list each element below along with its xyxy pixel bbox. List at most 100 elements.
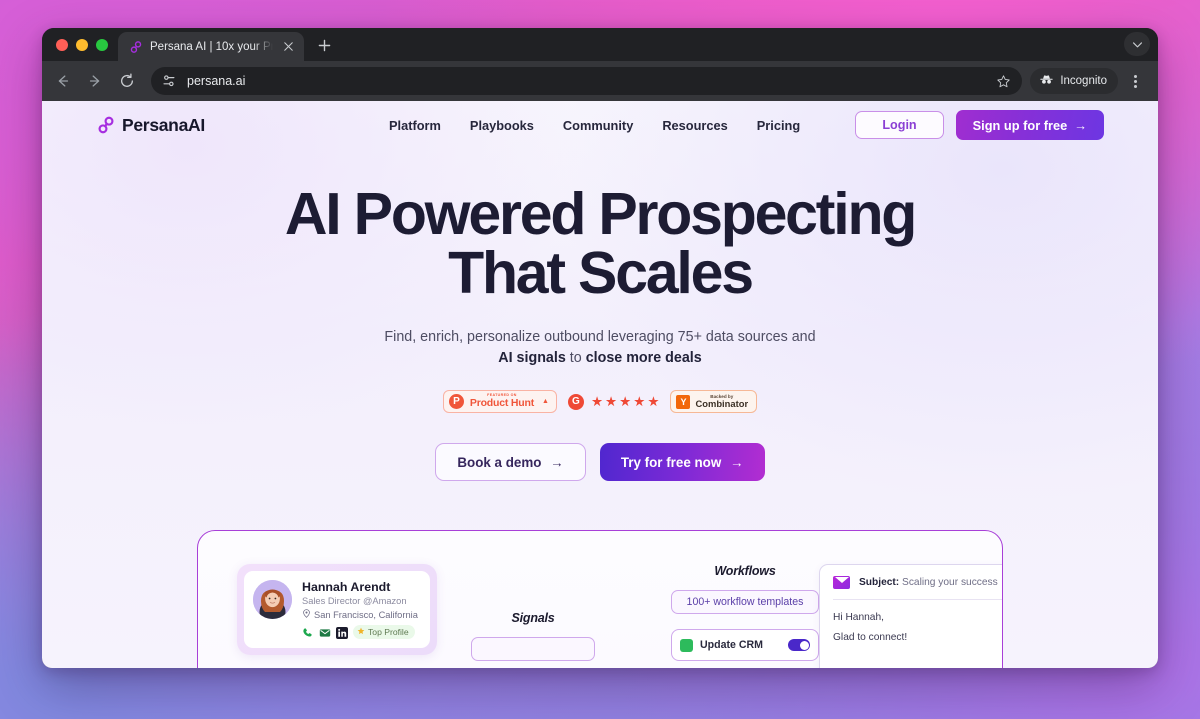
email-subject-label: Subject:: [859, 577, 900, 588]
signup-button[interactable]: Sign up for free →: [955, 110, 1104, 140]
nav-item-community[interactable]: Community: [563, 118, 633, 133]
nav-item-pricing[interactable]: Pricing: [757, 118, 800, 133]
email-subject-value: Scaling your success: [902, 577, 998, 588]
incognito-label: Incognito: [1060, 75, 1107, 87]
window-traffic-lights: [52, 28, 118, 61]
browser-toolbar: persana.ai Incognito: [42, 61, 1158, 101]
email-icon[interactable]: [319, 626, 331, 638]
email-line-2: Glad to connect!: [833, 632, 908, 643]
profile-contact-icons: Top Profile: [302, 625, 418, 640]
signals-column: Signals: [463, 611, 603, 661]
arrow-right-icon: →: [550, 454, 564, 470]
main-nav: Platform Playbooks Community Resources P…: [389, 118, 800, 133]
avatar: [253, 580, 292, 619]
star-icon: [357, 627, 365, 637]
back-arrow-icon[interactable]: [48, 66, 78, 96]
g2-rating-badge[interactable]: G ★ ★ ★ ★ ★: [567, 393, 660, 410]
incognito-hat-icon: [1039, 73, 1054, 89]
incognito-indicator[interactable]: Incognito: [1030, 68, 1118, 94]
tab-search-button[interactable]: [1124, 32, 1150, 56]
workflow-row-label: Update CRM: [700, 639, 763, 651]
email-line-1: Hi Hannah,: [833, 612, 884, 623]
linkedin-icon[interactable]: [336, 626, 348, 640]
workflow-templates-pill[interactable]: 100+ workflow templates: [671, 590, 819, 614]
profile-role: Sales Director @Amazon: [302, 596, 407, 607]
site-header: PersanaAI Platform Playbooks Community R…: [42, 101, 1158, 149]
brand-logo-link[interactable]: PersanaAI: [96, 115, 205, 136]
email-header: Subject: Scaling your success: [833, 576, 1002, 599]
three-dot-menu-icon[interactable]: [1122, 68, 1148, 94]
product-hunt-badge[interactable]: P FEATURED ON Product Hunt ▲: [442, 390, 557, 414]
workflow-toggle[interactable]: [788, 639, 810, 651]
hero-cta-group: Book a demo → Try for free now →: [42, 443, 1158, 482]
try-for-free-button[interactable]: Try for free now →: [599, 443, 765, 482]
star-icon[interactable]: [992, 70, 1014, 92]
top-profile-label: Top Profile: [368, 627, 409, 638]
profile-name: Hannah Arendt: [302, 580, 391, 594]
minimize-window-button[interactable]: [76, 38, 88, 51]
signals-pill[interactable]: [471, 637, 595, 661]
arrow-right-icon: →: [730, 454, 744, 470]
product-showcase-panel: Hannah Arendt Sales Director @Amazon San…: [197, 530, 1003, 668]
page-viewport: PersanaAI Platform Playbooks Community R…: [42, 101, 1158, 668]
profile-info: Hannah Arendt Sales Director @Amazon San…: [302, 580, 418, 640]
try-for-free-label: Try for free now: [620, 454, 722, 470]
hero-title-line-2: That Scales: [448, 240, 754, 306]
product-hunt-icon: P: [448, 394, 464, 410]
book-a-demo-button[interactable]: Book a demo →: [435, 443, 586, 482]
address-bar-url: persana.ai: [187, 74, 246, 88]
persana-logo-icon: [129, 40, 143, 54]
signup-button-label: Sign up for free: [972, 117, 1068, 133]
desktop-backdrop: Persana AI | 10x your Prospec: [0, 0, 1200, 719]
profile-location-label: San Francisco, California: [314, 609, 418, 620]
g2-icon: G: [567, 393, 584, 410]
close-icon[interactable]: [280, 39, 296, 55]
ycombinator-badge[interactable]: Y Backed by Combinator: [670, 390, 758, 414]
social-proof-badges: P FEATURED ON Product Hunt ▲ G ★ ★ ★ ★ ★…: [42, 390, 1158, 414]
workflows-title: Workflows: [714, 564, 776, 578]
nav-item-platform[interactable]: Platform: [389, 118, 441, 133]
top-profile-badge: Top Profile: [353, 625, 415, 640]
page-title: AI Powered Prospecting That Scales: [42, 185, 1158, 303]
product-hunt-text: FEATURED ON Product Hunt: [470, 394, 534, 408]
address-bar[interactable]: persana.ai: [151, 67, 1023, 95]
star-icon: ★: [633, 393, 646, 409]
maximize-window-button[interactable]: [96, 38, 108, 51]
email-subject: Subject: Scaling your success: [859, 577, 998, 588]
hero-sub-mid: to: [565, 350, 586, 367]
email-preview-card: Subject: Scaling your success Hi Hannah,…: [819, 564, 1002, 668]
star-rating: ★ ★ ★ ★ ★: [591, 395, 660, 409]
workflows-column: Workflows 100+ workflow templates Update…: [645, 564, 845, 661]
hero-sub-bold-ai-signals: AI signals: [498, 350, 566, 367]
hero-title-line-1: AI Powered Prospecting: [284, 181, 917, 247]
profile-card[interactable]: Hannah Arendt Sales Director @Amazon San…: [244, 571, 430, 649]
new-tab-button[interactable]: [310, 31, 338, 59]
crm-app-icon: [680, 638, 693, 652]
workflow-row-update-crm[interactable]: Update CRM: [671, 629, 819, 661]
hero-section: AI Powered Prospecting That Scales Find,…: [42, 149, 1158, 482]
star-icon: ★: [590, 393, 604, 409]
ycombinator-text: Backed by Combinator: [695, 394, 748, 409]
profile-card-frame: Hannah Arendt Sales Director @Amazon San…: [237, 564, 437, 656]
nav-item-playbooks[interactable]: Playbooks: [470, 118, 534, 133]
signals-title: Signals: [511, 611, 555, 625]
header-actions: Login Sign up for free →: [855, 110, 1104, 140]
map-pin-icon: [302, 609, 311, 620]
nav-item-resources[interactable]: Resources: [662, 118, 727, 133]
star-icon: ★: [605, 393, 618, 409]
close-window-button[interactable]: [56, 38, 68, 51]
caret-up-icon: ▲: [542, 398, 549, 406]
chevron-down-icon: [1132, 41, 1142, 47]
login-button[interactable]: Login: [855, 111, 944, 139]
star-icon: ★: [647, 393, 660, 409]
hero-subtitle: Find, enrich, personalize outbound lever…: [42, 327, 1158, 369]
reload-icon[interactable]: [112, 66, 142, 96]
browser-tab[interactable]: Persana AI | 10x your Prospec: [118, 32, 304, 61]
forward-arrow-icon[interactable]: [80, 66, 110, 96]
star-icon: ★: [619, 393, 632, 409]
hero-sub-bold-close-deals: close more deals: [585, 350, 702, 367]
envelope-icon: [833, 576, 850, 589]
hero-subtitle-line-2: AI signals to close more deals: [42, 348, 1158, 369]
phone-icon[interactable]: [302, 626, 314, 638]
site-settings-icon[interactable]: [161, 73, 177, 89]
